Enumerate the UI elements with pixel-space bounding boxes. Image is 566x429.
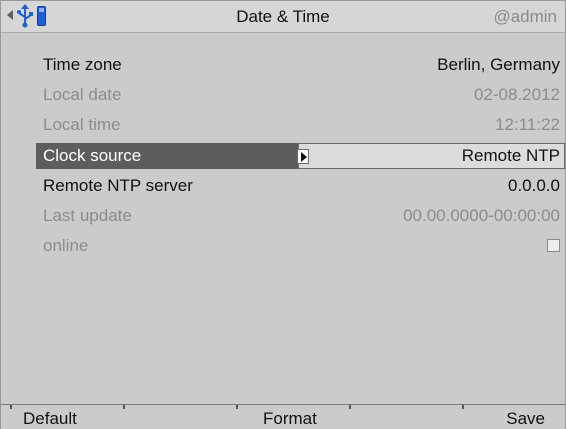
time-zone-label: Time zone — [43, 55, 122, 74]
row-last-update: Last update 00.00.0000-00:00:00 — [36, 203, 564, 229]
dropdown-arrow-icon[interactable] — [297, 149, 309, 164]
footer-divider — [462, 405, 464, 409]
row-online: online — [36, 233, 564, 259]
remote-ntp-server-value: 0.0.0.0 — [508, 176, 560, 195]
local-time-label: Local time — [43, 115, 121, 134]
footer-divider — [10, 405, 12, 409]
row-remote-ntp-server[interactable]: Remote NTP server 0.0.0.0 — [36, 173, 564, 199]
footer-bar: Default Format Save — [1, 404, 565, 429]
date-time-screen: Date & Time @admin Time zone Berlin, Ger… — [0, 0, 566, 429]
row-clock-source[interactable]: Clock source Remote NTP — [36, 143, 565, 169]
local-date-value: 02-08.2012 — [473, 85, 560, 104]
row-local-date: Local date 02-08.2012 — [36, 82, 564, 108]
online-label: online — [43, 236, 89, 255]
user-label: @admin — [493, 7, 557, 26]
default-button[interactable]: Default — [23, 409, 77, 429]
page-title: Date & Time — [236, 7, 330, 26]
footer-divider — [123, 405, 125, 409]
last-update-label: Last update — [43, 206, 132, 225]
format-button[interactable]: Format — [263, 409, 317, 429]
clock-source-value: Remote NTP — [461, 146, 560, 165]
local-time-value: 12:11:22 — [495, 115, 560, 134]
header-bar: Date & Time @admin — [1, 1, 565, 33]
clock-source-dropdown[interactable]: Remote NTP — [297, 143, 565, 169]
save-button[interactable]: Save — [506, 409, 545, 429]
row-time-zone[interactable]: Time zone Berlin, Germany — [36, 52, 564, 78]
local-date-label: Local date — [43, 85, 122, 104]
time-zone-value: Berlin, Germany — [437, 55, 560, 74]
clock-source-label: Clock source — [43, 146, 142, 165]
last-update-value: 00.00.0000-00:00:00 — [403, 206, 560, 225]
row-local-time: Local time 12:11:22 — [36, 112, 564, 138]
remote-ntp-server-label: Remote NTP server — [43, 176, 193, 195]
footer-divider — [349, 405, 351, 409]
footer-divider — [236, 405, 238, 409]
online-checkbox[interactable] — [547, 239, 560, 252]
